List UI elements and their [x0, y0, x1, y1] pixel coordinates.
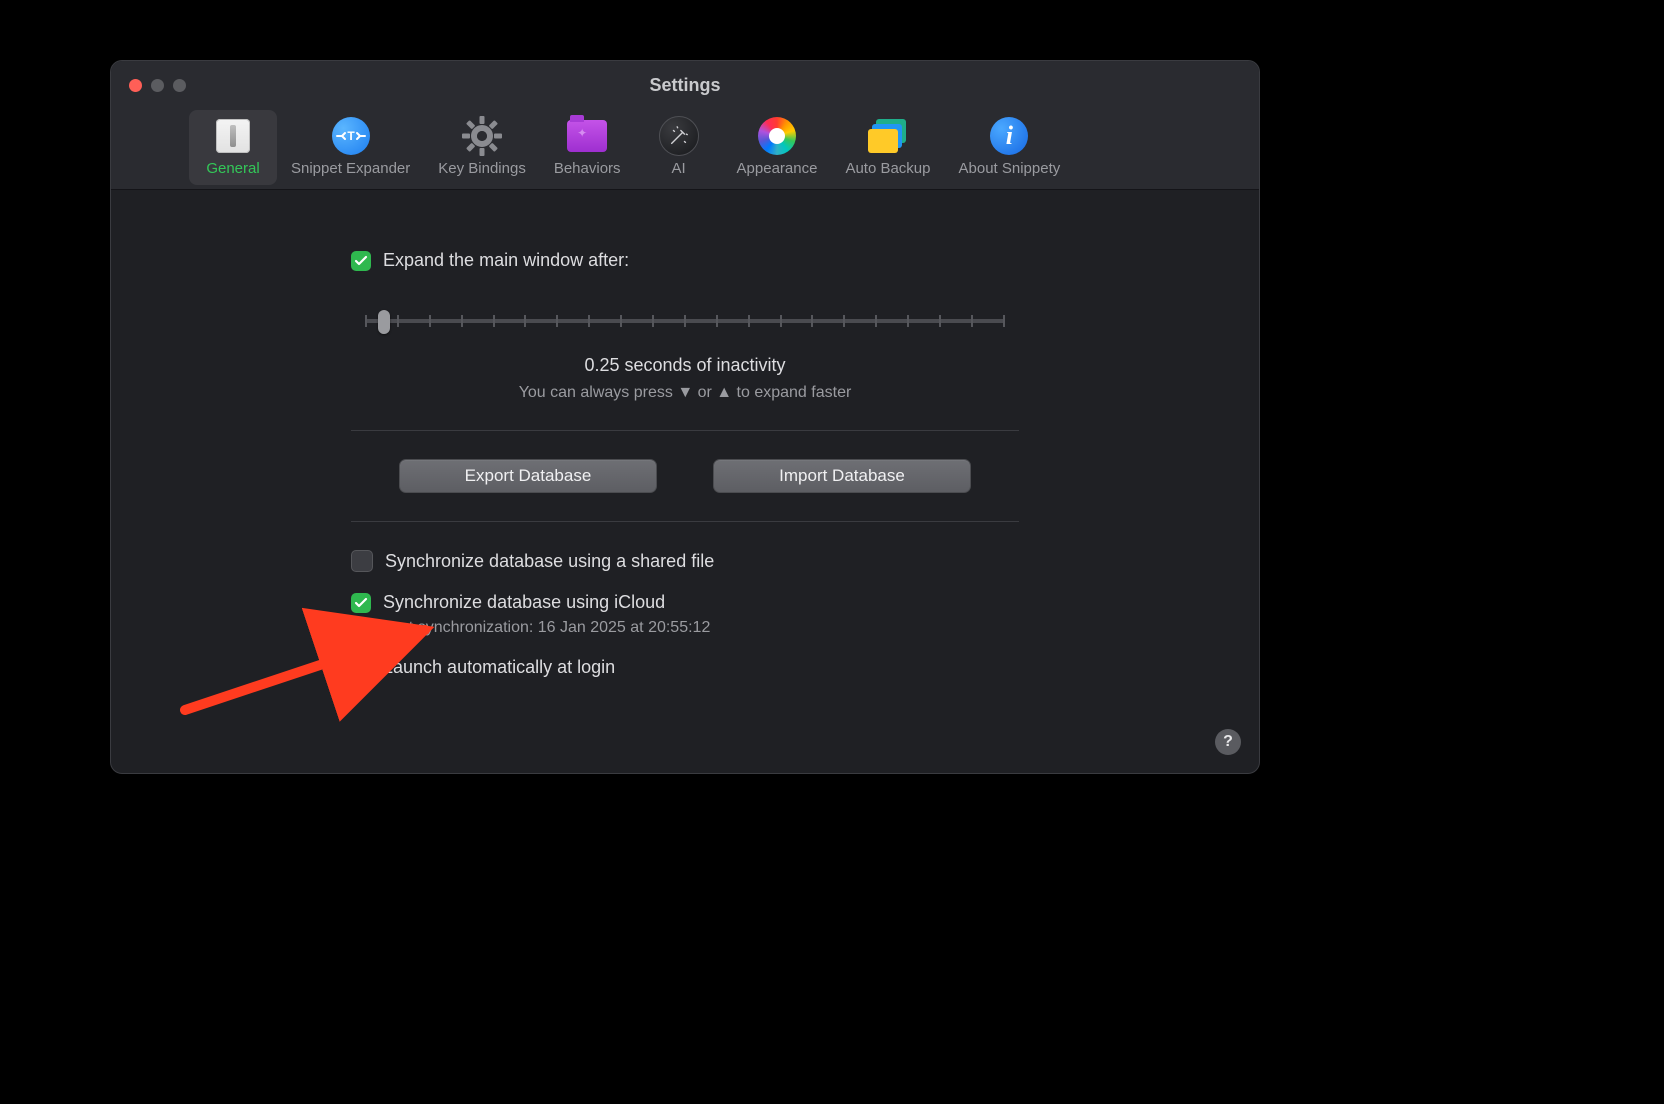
tab-label: Behaviors	[554, 160, 621, 177]
general-pane: Expand the main window after: 0.25 secon…	[111, 190, 1259, 678]
folder-icon	[567, 116, 607, 156]
checkbox-sync-icloud[interactable]	[351, 593, 371, 613]
slider-caption: 0.25 seconds of inactivity	[351, 355, 1019, 376]
divider	[351, 521, 1019, 522]
settings-window: Settings General T Snippet Expander	[110, 60, 1260, 774]
tab-ai[interactable]: AI	[635, 110, 723, 185]
option-launch-at-login: Launch automatically at login	[351, 657, 1019, 678]
snippet-expander-icon: T	[331, 116, 371, 156]
svg-text:T: T	[347, 129, 355, 143]
option-expand-window: Expand the main window after:	[351, 250, 1019, 271]
slider-thumb[interactable]	[378, 310, 390, 334]
tab-label: AI	[671, 160, 685, 177]
option-sync-icloud: Synchronize database using iCloud	[351, 592, 1019, 613]
option-label: Synchronize database using iCloud	[383, 592, 665, 613]
tab-label: Key Bindings	[438, 160, 526, 177]
slider-ticks	[365, 313, 1005, 329]
slider-hint: You can always press ▼ or ▲ to expand fa…	[351, 384, 1019, 402]
tab-key-bindings[interactable]: Key Bindings	[424, 110, 540, 185]
export-database-button[interactable]: Export Database	[399, 459, 657, 493]
tab-label: Snippet Expander	[291, 160, 410, 177]
magic-wand-icon	[659, 116, 699, 156]
inactivity-slider[interactable]	[365, 307, 1005, 335]
color-wheel-icon	[757, 116, 797, 156]
import-database-button[interactable]: Import Database	[713, 459, 971, 493]
tab-label: About Snippety	[959, 160, 1061, 177]
tab-about[interactable]: i About Snippety	[945, 110, 1075, 185]
tab-label: General	[206, 160, 259, 177]
tab-auto-backup[interactable]: Auto Backup	[831, 110, 944, 185]
checkbox-expand-window[interactable]	[351, 251, 371, 271]
last-sync-text: Last synchronization: 16 Jan 2025 at 20:…	[383, 619, 1019, 637]
option-label: Synchronize database using a shared file	[385, 551, 714, 572]
tab-general[interactable]: General	[189, 110, 277, 185]
divider	[351, 430, 1019, 431]
tab-label: Appearance	[737, 160, 818, 177]
help-button[interactable]: ?	[1215, 729, 1241, 755]
checkbox-sync-shared-file[interactable]	[351, 550, 373, 572]
tab-appearance[interactable]: Appearance	[723, 110, 832, 185]
gear-icon	[462, 116, 502, 156]
option-label: Launch automatically at login	[383, 657, 615, 678]
info-icon: i	[989, 116, 1029, 156]
tab-snippet-expander[interactable]: T Snippet Expander	[277, 110, 424, 185]
tab-behaviors[interactable]: Behaviors	[540, 110, 635, 185]
checkbox-launch-at-login[interactable]	[351, 658, 371, 678]
general-icon	[213, 116, 253, 156]
toolbar: General T Snippet Expander Key Bindings	[189, 103, 1239, 185]
window-title: Settings	[111, 75, 1259, 96]
option-sync-shared-file: Synchronize database using a shared file	[351, 550, 1019, 572]
database-buttons: Export Database Import Database	[351, 459, 1019, 493]
tab-label: Auto Backup	[845, 160, 930, 177]
option-label: Expand the main window after:	[383, 250, 629, 271]
titlebar: Settings General T Snippet Expander	[111, 61, 1259, 190]
folders-stack-icon	[868, 116, 908, 156]
